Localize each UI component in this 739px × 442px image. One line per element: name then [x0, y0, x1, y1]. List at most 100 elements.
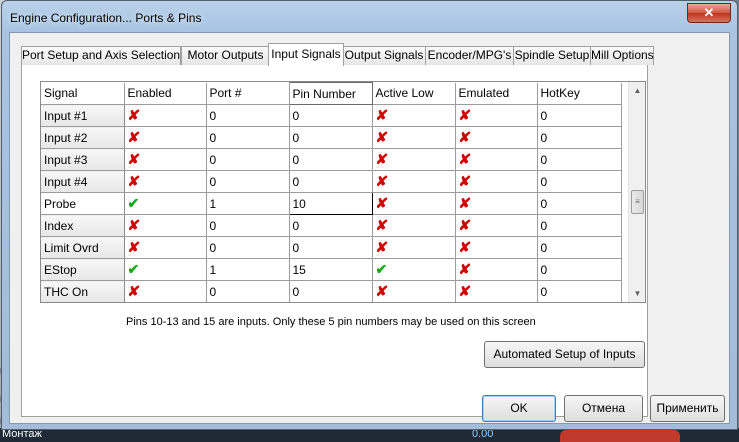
hotkey-cell[interactable]: 0	[537, 280, 622, 302]
tab-mill-options[interactable]: Mill Options	[590, 46, 654, 65]
signal-row[interactable]: Input #2 ✘ 0 0 ✘ ✘ 0	[41, 126, 622, 149]
pin-number-cell[interactable]: 0	[289, 126, 373, 149]
enabled-cell[interactable]: ✘	[124, 126, 207, 149]
pin-number-cell[interactable]: 0	[289, 214, 373, 237]
active-low-cell[interactable]: ✘	[372, 170, 456, 193]
active-low-cell[interactable]: ✘	[372, 148, 456, 171]
pin-number-cell[interactable]: 0	[289, 170, 373, 193]
emulated-cell[interactable]: ✘	[455, 104, 538, 127]
emulated-cell[interactable]: ✘	[455, 214, 538, 237]
signal-name-cell[interactable]: Index	[41, 214, 125, 237]
port-cell[interactable]: 0	[206, 126, 290, 149]
tab-motor-outputs[interactable]: Motor Outputs	[181, 46, 270, 65]
signal-row[interactable]: Input #4 ✘ 0 0 ✘ ✘ 0	[41, 170, 622, 193]
active-low-cell[interactable]: ✘	[372, 236, 456, 259]
emulated-cell[interactable]: ✘	[455, 170, 538, 193]
pin-number-cell[interactable]: 0	[289, 280, 373, 302]
port-cell[interactable]: 0	[206, 170, 290, 193]
pin-number-cell[interactable]: 0	[289, 148, 373, 171]
hotkey-cell[interactable]: 0	[537, 126, 622, 149]
column-header-port[interactable]: Port #	[206, 82, 290, 105]
signal-row[interactable]: Input #1 ✘ 0 0 ✘ ✘ 0	[41, 104, 622, 127]
enabled-cell[interactable]: ✘	[124, 214, 207, 237]
port-cell[interactable]: 0	[206, 236, 290, 259]
close-button[interactable]: ✕	[687, 3, 731, 23]
signal-row[interactable]: EStop ✔ 1 15 ✔ ✘ 0	[41, 258, 622, 281]
hotkey-cell[interactable]: 0	[537, 236, 622, 259]
column-header-pin-number[interactable]: Pin Number	[288, 82, 373, 105]
tab-input-signals[interactable]: Input Signals	[268, 43, 344, 66]
background-red-shape	[560, 430, 680, 442]
port-cell[interactable]: 0	[206, 104, 290, 127]
tab-spindle-setup[interactable]: Spindle Setup	[513, 46, 591, 65]
apply-button[interactable]: Применить	[650, 395, 725, 422]
column-header-enabled[interactable]: Enabled	[124, 82, 207, 105]
active-low-cell[interactable]: ✘	[372, 214, 456, 237]
enabled-cell[interactable]: ✘	[124, 170, 207, 193]
scroll-up-icon[interactable]: ▲	[629, 82, 645, 99]
cancel-button[interactable]: Отмена	[564, 395, 643, 422]
grid-vertical-scrollbar[interactable]: ▲ ≡ ▼	[628, 82, 645, 302]
signal-name-cell[interactable]: THC On	[41, 280, 125, 302]
signal-name-cell[interactable]: Input #1	[41, 104, 125, 127]
hotkey-cell[interactable]: 0	[537, 148, 622, 171]
port-cell[interactable]: 1	[206, 258, 290, 281]
enabled-cell[interactable]: ✘	[124, 148, 207, 171]
pin-number-cell[interactable]: 10	[288, 192, 373, 215]
enabled-cell[interactable]: ✔	[124, 258, 207, 281]
tab-port-setup[interactable]: Port Setup and Axis Selection	[21, 46, 181, 65]
active-low-cell[interactable]: ✘	[372, 104, 456, 127]
hotkey-cell[interactable]: 0	[537, 104, 622, 127]
signal-row[interactable]: Limit Ovrd ✘ 0 0 ✘ ✘ 0	[41, 236, 622, 259]
pin-number-cell[interactable]: 0	[289, 236, 373, 259]
hotkey-cell[interactable]: 0	[537, 214, 622, 237]
signal-name-cell[interactable]: Limit Ovrd	[41, 236, 125, 259]
port-cell[interactable]: 0	[206, 280, 290, 302]
signal-row[interactable]: Probe ✔ 1 10 ✘ ✘ 0	[41, 192, 622, 215]
emulated-cell[interactable]: ✘	[455, 148, 538, 171]
x-mark-icon: ✘	[457, 283, 472, 299]
automated-setup-button[interactable]: Automated Setup of Inputs	[484, 341, 645, 368]
signal-row[interactable]: Input #3 ✘ 0 0 ✘ ✘ 0	[41, 148, 622, 171]
signal-name-cell[interactable]: Probe	[41, 192, 125, 215]
scroll-down-icon[interactable]: ▼	[629, 285, 645, 302]
column-header-emulated[interactable]: Emulated	[455, 82, 538, 105]
signal-name-cell[interactable]: Input #3	[41, 148, 125, 171]
signal-name-cell[interactable]: EStop	[41, 258, 125, 281]
active-low-cell[interactable]: ✔	[372, 258, 456, 281]
signal-name-cell[interactable]: Input #2	[41, 126, 125, 149]
enabled-cell[interactable]: ✘	[124, 104, 207, 127]
column-header-hotkey[interactable]: HotKey	[537, 82, 622, 105]
enabled-cell[interactable]: ✘	[124, 236, 207, 259]
hotkey-cell[interactable]: 0	[537, 192, 622, 215]
pin-number-cell[interactable]: 0	[289, 104, 373, 127]
tab-encoder-mpg[interactable]: Encoder/MPG's	[425, 46, 514, 65]
x-mark-icon: ✘	[374, 217, 389, 233]
signal-row[interactable]: THC On ✘ 0 0 ✘ ✘ 0	[41, 280, 622, 302]
enabled-cell[interactable]: ✘	[124, 280, 207, 302]
active-low-cell[interactable]: ✘	[372, 192, 456, 215]
port-cell[interactable]: 0	[206, 148, 290, 171]
emulated-cell[interactable]: ✘	[455, 192, 538, 215]
signal-name-cell[interactable]: Input #4	[41, 170, 125, 193]
hotkey-cell[interactable]: 0	[537, 258, 622, 281]
port-cell[interactable]: 0	[206, 214, 290, 237]
pin-number-cell[interactable]: 15	[289, 258, 373, 281]
column-header-active-low[interactable]: Active Low	[372, 82, 456, 105]
emulated-cell[interactable]: ✘	[455, 126, 538, 149]
emulated-cell[interactable]: ✘	[455, 280, 538, 302]
tab-output-signals[interactable]: Output Signals	[342, 46, 426, 65]
active-low-cell[interactable]: ✘	[372, 126, 456, 149]
hotkey-cell[interactable]: 0	[537, 170, 622, 193]
title-bar[interactable]: Engine Configuration... Ports & Pins ✕	[2, 1, 737, 33]
signal-row[interactable]: Index ✘ 0 0 ✘ ✘ 0	[41, 214, 622, 237]
column-header-signal[interactable]: Signal	[41, 82, 125, 105]
input-signals-grid[interactable]: Signal Enabled Port # Pin Number Active …	[40, 81, 646, 303]
active-low-cell[interactable]: ✘	[372, 280, 456, 302]
enabled-cell[interactable]: ✔	[124, 192, 207, 215]
scrollbar-thumb[interactable]: ≡	[631, 190, 644, 214]
emulated-cell[interactable]: ✘	[455, 258, 538, 281]
ok-button[interactable]: OK	[482, 395, 556, 422]
port-cell[interactable]: 1	[206, 192, 290, 215]
emulated-cell[interactable]: ✘	[455, 236, 538, 259]
